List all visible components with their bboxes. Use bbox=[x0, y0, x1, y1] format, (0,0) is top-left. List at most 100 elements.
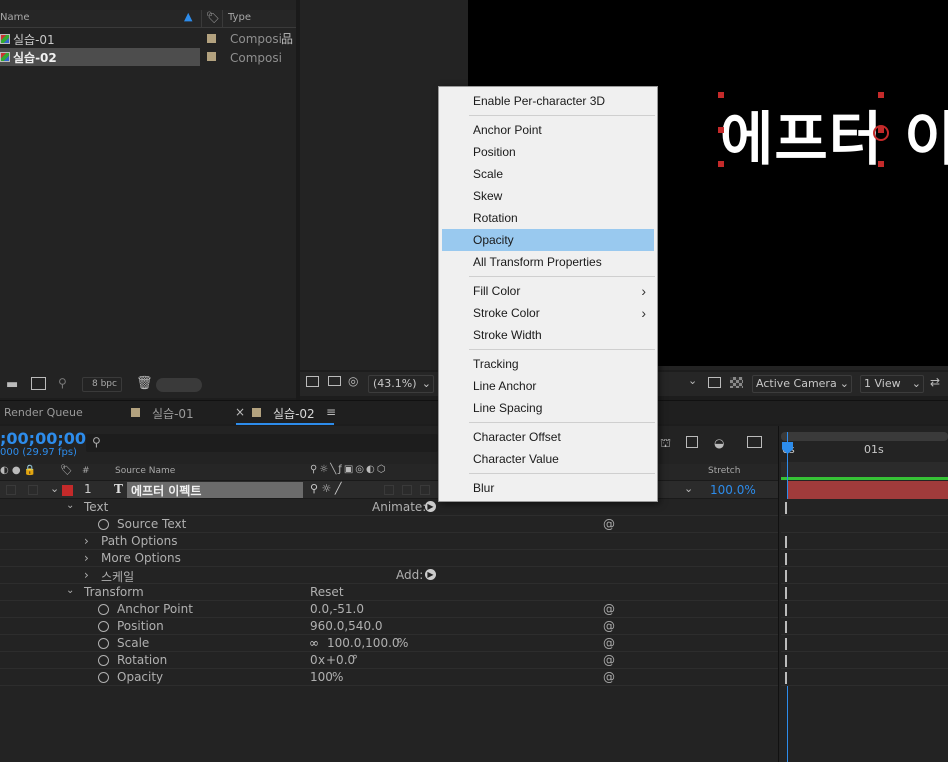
menu-item-character-value[interactable]: Character Value bbox=[442, 448, 654, 470]
constrain-proportions-icon[interactable]: ∞ bbox=[309, 636, 319, 650]
switch-box[interactable] bbox=[420, 485, 430, 495]
property-row-source-text[interactable]: Source Text @ bbox=[0, 516, 778, 533]
menu-item-line-spacing[interactable]: Line Spacing bbox=[442, 397, 654, 419]
label-tag-icon[interactable]: 🏷 bbox=[206, 11, 220, 24]
layer-switches[interactable]: ⚲ ☼ ╱ bbox=[310, 482, 342, 495]
chevron-down-icon[interactable]: ⌄ bbox=[684, 482, 693, 495]
keyframe-marker[interactable] bbox=[785, 536, 789, 548]
tab-render-queue[interactable]: Render Queue bbox=[4, 406, 83, 419]
property-row-more-options[interactable]: › More Options bbox=[0, 550, 778, 567]
preview-toggle-icon[interactable] bbox=[306, 376, 319, 387]
keyframe-marker[interactable] bbox=[785, 604, 789, 616]
menu-item-blur[interactable]: Blur bbox=[442, 477, 654, 499]
property-value[interactable]: 960.0,540.0 bbox=[310, 619, 383, 633]
property-value[interactable]: 100 bbox=[310, 670, 333, 684]
motion-blur-icon[interactable]: ◒ bbox=[714, 436, 724, 450]
label-swatch[interactable] bbox=[207, 52, 216, 61]
trash-icon[interactable]: 🗑 bbox=[136, 376, 153, 391]
sort-ascending-icon[interactable]: ▲ bbox=[184, 10, 192, 23]
layer-stretch-value[interactable]: 100.0% bbox=[710, 483, 756, 497]
region-of-interest-icon[interactable] bbox=[708, 377, 721, 388]
stopwatch-icon[interactable] bbox=[98, 638, 109, 649]
view-layout-dropdown[interactable]: 1 View ⌄ bbox=[860, 375, 924, 393]
keyframe-marker[interactable] bbox=[785, 621, 789, 633]
bit-depth-button[interactable]: 8 bpc bbox=[82, 377, 122, 392]
label-swatch[interactable] bbox=[207, 34, 216, 43]
menu-item-scale[interactable]: Scale bbox=[442, 163, 654, 185]
draft-3d-icon[interactable]: ⛫ bbox=[660, 436, 671, 452]
property-row-text[interactable]: ⌄ Text Animate: ▶ bbox=[0, 499, 778, 516]
layer-label-color[interactable] bbox=[62, 485, 73, 496]
chevron-right-icon[interactable]: › bbox=[84, 568, 89, 582]
text-layer-preview[interactable]: 에프터 이 bbox=[720, 92, 948, 176]
layer-search-input[interactable] bbox=[86, 434, 438, 452]
menu-item-rotation[interactable]: Rotation bbox=[442, 207, 654, 229]
column-source-name[interactable]: Source Name bbox=[115, 466, 175, 476]
chevron-right-icon[interactable]: › bbox=[84, 534, 89, 548]
property-row-position[interactable]: Position 960.0,540.0 @ bbox=[0, 618, 778, 635]
transform-handle[interactable] bbox=[718, 92, 724, 98]
menu-item-skew[interactable]: Skew bbox=[442, 185, 654, 207]
layer-name[interactable]: 에프터 이펙트 bbox=[127, 482, 303, 498]
menu-item-fill-color[interactable]: Fill Color › bbox=[442, 280, 654, 302]
column-type[interactable]: Type bbox=[228, 12, 251, 23]
chevron-down-icon[interactable]: ⌄ bbox=[50, 482, 59, 495]
menu-item-stroke-width[interactable]: Stroke Width bbox=[442, 324, 654, 346]
transform-handle[interactable] bbox=[718, 127, 724, 133]
transparency-grid-icon[interactable] bbox=[730, 377, 743, 388]
expression-pickwhip-icon[interactable]: @ bbox=[603, 636, 615, 650]
reset-link[interactable]: Reset bbox=[310, 585, 344, 599]
keyframe-marker[interactable] bbox=[785, 553, 789, 565]
chevron-down-icon[interactable]: ⌄ bbox=[66, 585, 74, 596]
camera-dropdown[interactable]: Active Camera ⌄ bbox=[752, 375, 852, 393]
scroll-handle[interactable] bbox=[156, 378, 202, 392]
project-item[interactable]: 실습-02 Composi bbox=[0, 48, 296, 66]
graph-editor-icon[interactable] bbox=[747, 436, 762, 448]
menu-item-line-anchor[interactable]: Line Anchor bbox=[442, 375, 654, 397]
menu-item-tracking[interactable]: Tracking bbox=[442, 353, 654, 375]
property-row-animator[interactable]: › 스케일 Add: ▶ bbox=[0, 567, 778, 584]
keyframe-marker[interactable] bbox=[785, 672, 789, 684]
av-switches-icons[interactable]: ◐ ● 🔒 bbox=[0, 465, 36, 476]
chevron-down-icon[interactable]: ⌄ bbox=[688, 374, 697, 387]
current-timecode[interactable]: ;00;00;00 bbox=[0, 429, 86, 448]
animate-menu-icon[interactable]: ▶ bbox=[425, 501, 436, 512]
property-row-scale[interactable]: Scale ∞ 100.0,100.0 % @ bbox=[0, 635, 778, 652]
add-menu-icon[interactable]: ▶ bbox=[425, 569, 436, 580]
project-item[interactable]: 실습-01 Composi 品 bbox=[0, 30, 296, 48]
tab-close-icon[interactable]: × bbox=[235, 405, 245, 419]
stopwatch-icon[interactable] bbox=[98, 519, 109, 530]
panel-divider[interactable] bbox=[296, 0, 300, 400]
new-composition-icon[interactable] bbox=[31, 377, 46, 390]
layer-duration-bar[interactable] bbox=[788, 481, 948, 499]
column-stretch[interactable]: Stretch bbox=[708, 466, 740, 476]
transform-handle[interactable] bbox=[878, 92, 884, 98]
menu-item-position[interactable]: Position bbox=[442, 141, 654, 163]
property-row-rotation[interactable]: Rotation 0 x +0.0 ° @ bbox=[0, 652, 778, 669]
switch-box[interactable] bbox=[402, 485, 412, 495]
layer-row[interactable]: ⌄ 1 T 에프터 이펙트 ⚲ ☼ ╱ ⌄ 100.0% bbox=[0, 481, 778, 499]
label-tag-icon[interactable]: 🏷 bbox=[60, 465, 73, 476]
menu-item-anchor-point[interactable]: Anchor Point bbox=[442, 119, 654, 141]
panel-menu-icon[interactable]: ≡ bbox=[326, 405, 336, 419]
menu-item-character-offset[interactable]: Character Offset bbox=[442, 426, 654, 448]
monitor-icon[interactable] bbox=[328, 376, 341, 386]
menu-item-stroke-color[interactable]: Stroke Color › bbox=[442, 302, 654, 324]
folder-icon[interactable]: ▬ bbox=[6, 377, 18, 392]
stopwatch-icon[interactable] bbox=[98, 621, 109, 632]
menu-item-enable-per-character-3d[interactable]: Enable Per-character 3D bbox=[442, 90, 654, 112]
work-area-bar[interactable] bbox=[781, 432, 948, 441]
stopwatch-icon[interactable] bbox=[98, 672, 109, 683]
expression-pickwhip-icon[interactable]: @ bbox=[603, 670, 615, 684]
keyframe-marker[interactable] bbox=[785, 587, 789, 599]
anchor-point-icon[interactable] bbox=[873, 125, 889, 141]
property-value[interactable]: 100.0,100.0 bbox=[327, 636, 400, 650]
property-row-anchor-point[interactable]: Anchor Point 0.0,-51.0 @ bbox=[0, 601, 778, 618]
toggle-views-icon[interactable]: ⇄ bbox=[930, 375, 940, 389]
keyframe-marker[interactable] bbox=[785, 655, 789, 667]
property-row-transform[interactable]: ⌄ Transform Reset bbox=[0, 584, 778, 601]
stopwatch-icon[interactable] bbox=[98, 655, 109, 666]
interpret-footage-icon[interactable]: ⚲ bbox=[58, 376, 67, 390]
column-name[interactable]: Name bbox=[0, 12, 30, 23]
property-value[interactable]: +0.0 bbox=[326, 653, 355, 667]
